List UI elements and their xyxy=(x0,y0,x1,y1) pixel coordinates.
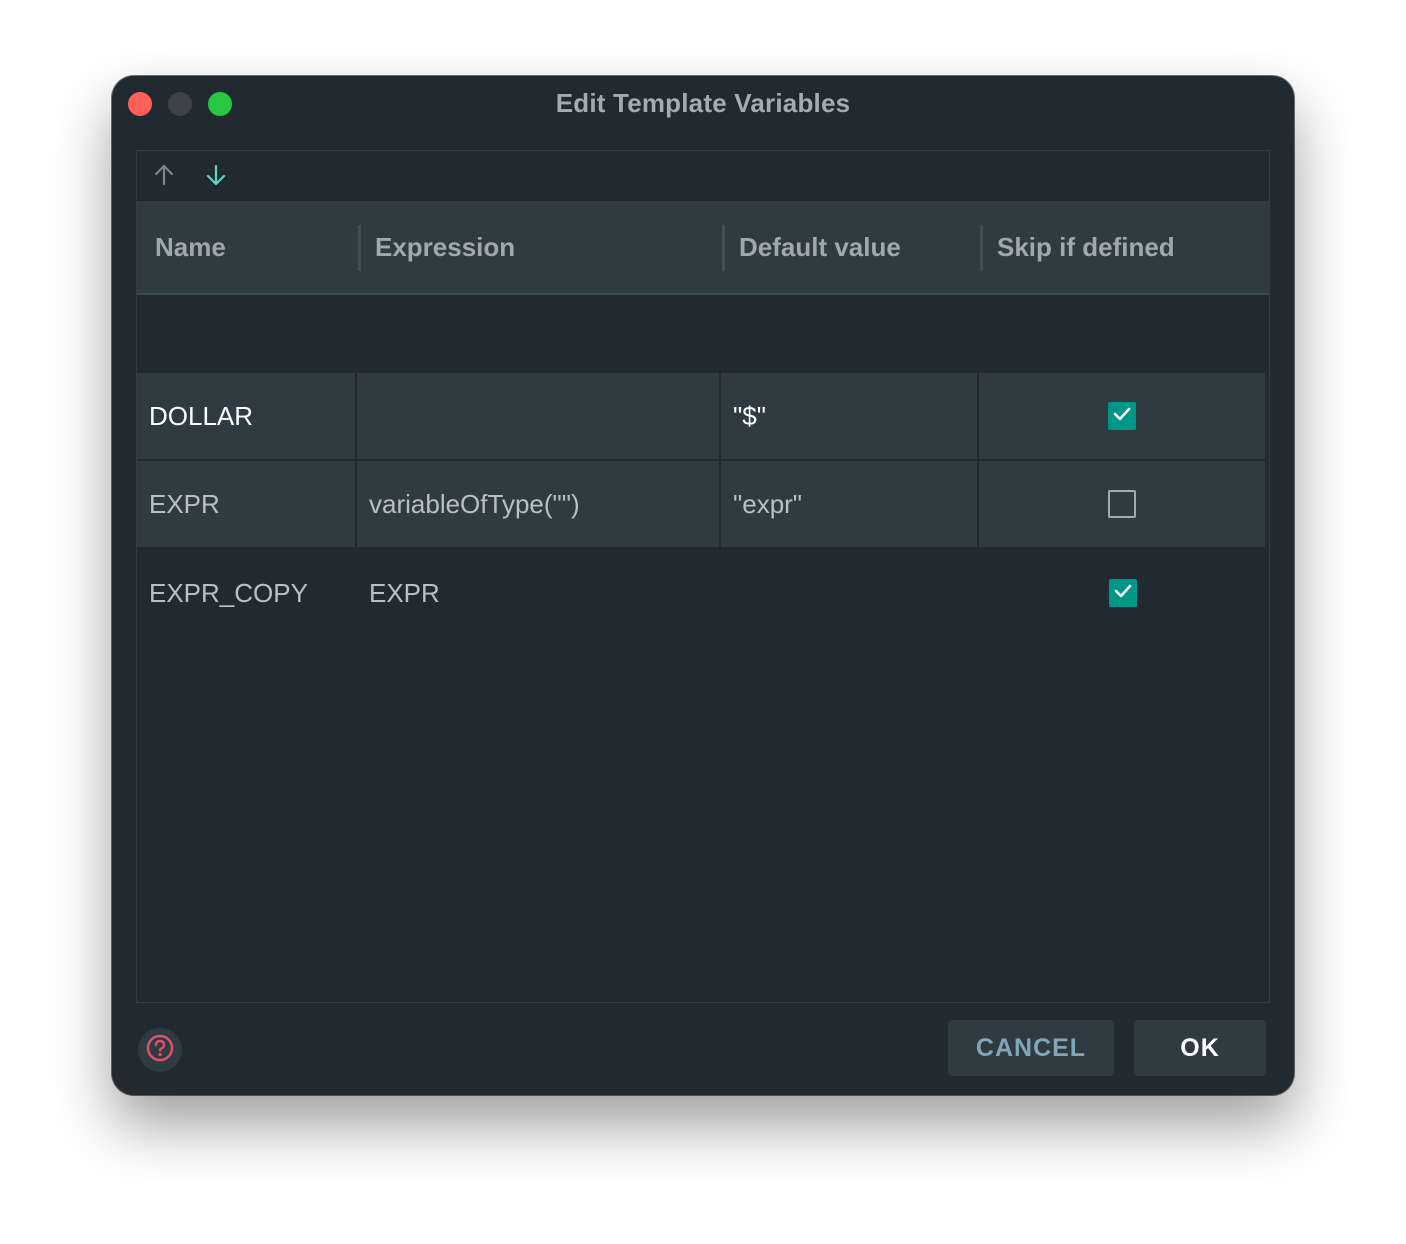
checkmark-icon xyxy=(1111,401,1133,432)
cell-expression[interactable]: variableOfType("") xyxy=(357,461,721,549)
table-row[interactable]: EXPR_COPY EXPR xyxy=(137,549,1267,637)
arrow-up-icon xyxy=(151,162,177,193)
toolbar xyxy=(137,151,1269,201)
cell-expression[interactable] xyxy=(357,373,721,461)
column-header-expression[interactable]: Expression xyxy=(375,201,515,293)
arrow-down-icon xyxy=(203,162,229,193)
column-header-default-value[interactable]: Default value xyxy=(739,201,901,293)
help-button[interactable] xyxy=(138,1028,182,1072)
table-header: Name Expression Default value Skip if de… xyxy=(137,201,1269,295)
cell-default-value[interactable]: "expr" xyxy=(721,461,979,549)
cell-skip-if-defined xyxy=(979,373,1267,461)
skip-if-defined-checkbox[interactable] xyxy=(1108,402,1136,430)
cell-default-value[interactable]: "$" xyxy=(721,373,979,461)
skip-if-defined-checkbox[interactable] xyxy=(1109,579,1137,607)
cancel-button[interactable]: CANCEL xyxy=(948,1020,1114,1076)
cell-expression[interactable]: EXPR xyxy=(357,549,721,637)
skip-if-defined-checkbox[interactable] xyxy=(1108,490,1136,518)
help-icon xyxy=(145,1033,175,1068)
cell-name[interactable]: EXPR_COPY xyxy=(137,549,357,637)
cell-default-value[interactable] xyxy=(721,549,979,637)
cell-skip-if-defined xyxy=(979,461,1267,549)
ok-button[interactable]: OK xyxy=(1134,1020,1266,1076)
variables-panel: Name Expression Default value Skip if de… xyxy=(136,150,1270,1003)
cell-skip-if-defined xyxy=(979,549,1267,637)
checkmark-icon xyxy=(1112,578,1134,609)
move-up-button[interactable] xyxy=(149,163,179,191)
table-row[interactable]: EXPR variableOfType("") "expr" xyxy=(137,461,1267,549)
column-header-skip-if-defined[interactable]: Skip if defined xyxy=(997,201,1175,293)
table-row[interactable]: DOLLAR "$" xyxy=(137,373,1267,461)
column-resize-handle[interactable] xyxy=(722,225,725,271)
column-resize-handle[interactable] xyxy=(980,225,983,271)
cell-name[interactable]: EXPR xyxy=(137,461,357,549)
cell-name[interactable]: DOLLAR xyxy=(137,373,357,461)
title-bar: Edit Template Variables xyxy=(112,76,1294,132)
dialog-window: Edit Template Variables Name Expression … xyxy=(112,76,1294,1095)
column-header-name[interactable]: Name xyxy=(155,201,226,293)
column-resize-handle[interactable] xyxy=(358,225,361,271)
dialog-title: Edit Template Variables xyxy=(555,88,851,118)
move-down-button[interactable] xyxy=(201,163,231,191)
